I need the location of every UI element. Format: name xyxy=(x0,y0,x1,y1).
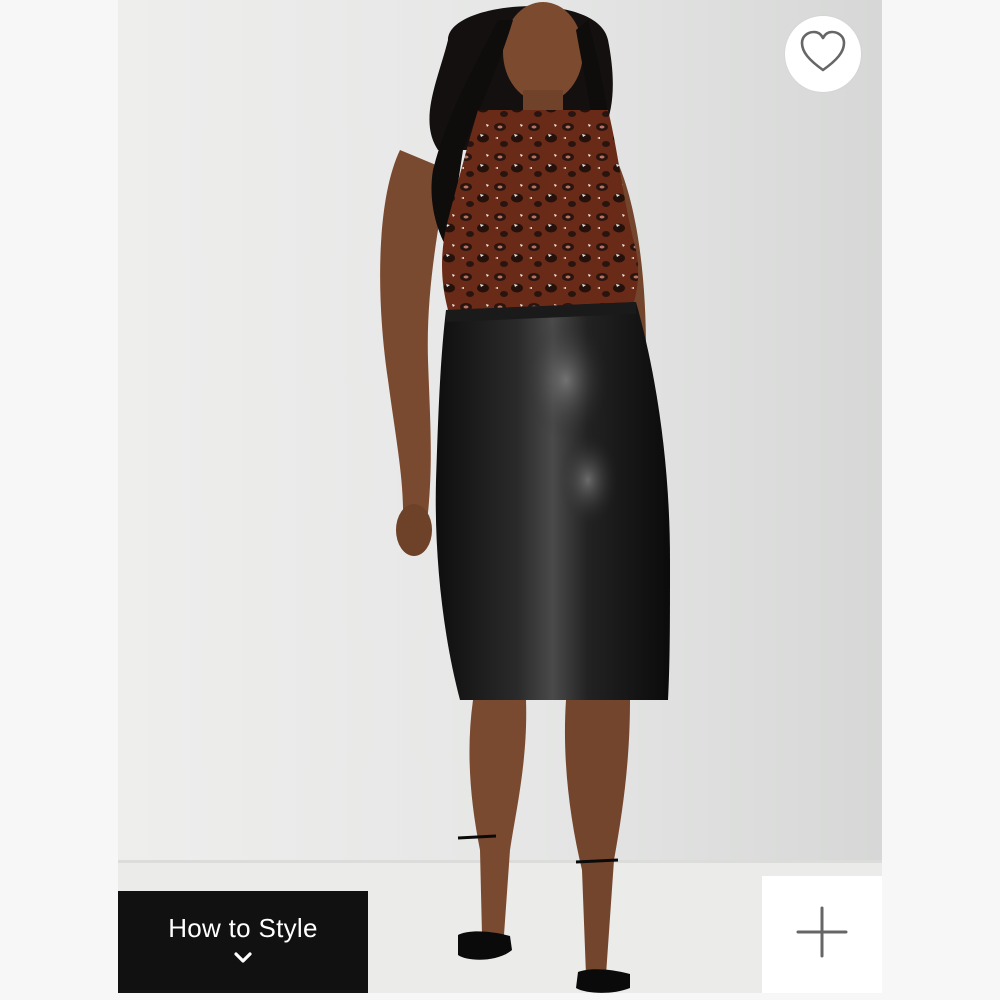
chevron-down-icon xyxy=(234,951,252,969)
product-illustration xyxy=(118,0,882,993)
how-to-style-button[interactable]: How to Style xyxy=(118,891,368,993)
favorite-button[interactable] xyxy=(785,16,861,92)
product-photo[interactable] xyxy=(118,0,882,993)
heart-icon xyxy=(799,30,847,79)
add-button[interactable] xyxy=(762,876,882,993)
plus-icon xyxy=(794,904,850,965)
product-gallery: How to Style xyxy=(0,0,1000,1000)
how-to-style-label: How to Style xyxy=(168,913,318,943)
